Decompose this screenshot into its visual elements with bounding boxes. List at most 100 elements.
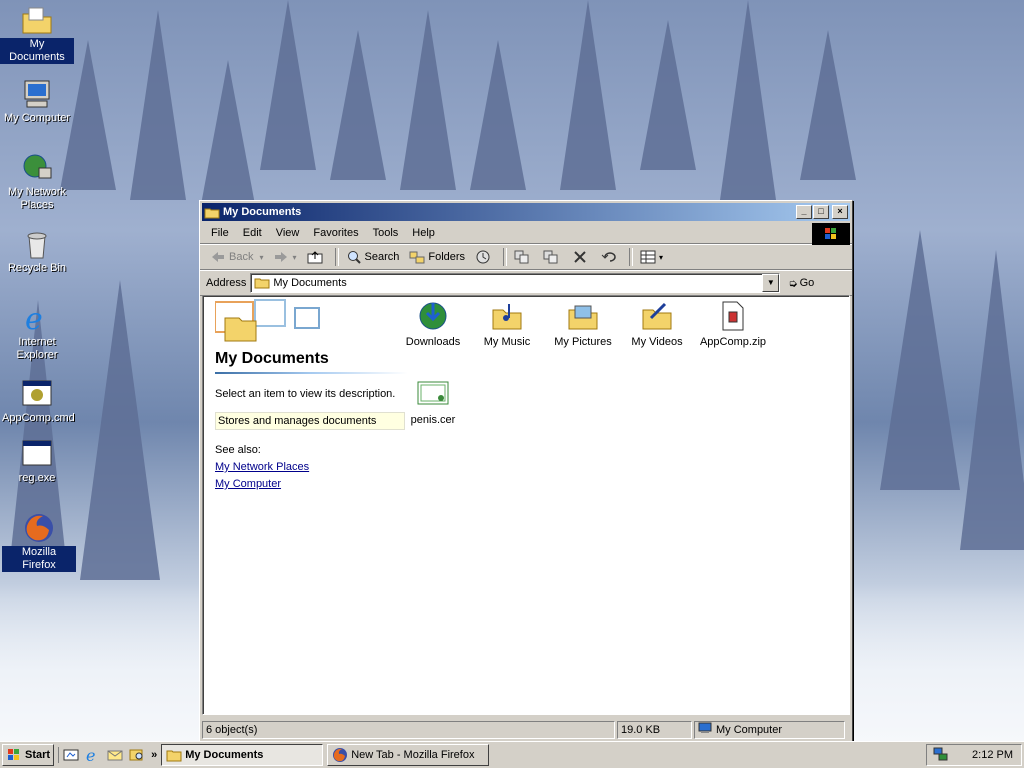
folder-content-pane[interactable]: My Documents Select an item to view its … [202,295,850,715]
address-value: My Documents [273,277,347,289]
outlook-express-icon[interactable] [107,747,123,763]
status-bar: 6 object(s) 19.0 KB My Computer [202,721,848,739]
file-item-penis-cer[interactable]: penis.cer [395,378,471,426]
back-dropdown-icon: ▾ [259,252,264,262]
toolbar-separator [503,248,508,266]
search-icon [346,249,362,265]
task-label: New Tab - Mozilla Firefox [351,749,475,761]
window-titlebar[interactable]: My Documents _ □ × [202,203,850,221]
views-button[interactable]: ▾ [636,247,667,267]
forward-arrow-icon [273,249,289,265]
history-button[interactable] [471,247,498,267]
svg-text:e: e [86,747,95,763]
internet-explorer-icon: e [21,302,53,337]
firefox-icon [23,512,55,544]
downloads-folder-icon [417,300,449,332]
file-name: My Music [483,336,531,348]
move-to-button[interactable] [510,247,537,267]
go-button[interactable]: ➭ Go [788,277,814,290]
forward-dropdown-icon: ▾ [292,252,297,262]
desktop-icon-label: My Computer [3,112,71,124]
minimize-button[interactable]: _ [796,205,812,219]
undo-button[interactable] [597,247,624,267]
toolbar-separator [629,248,634,266]
close-button[interactable]: × [832,205,848,219]
menu-edit[interactable]: Edit [236,225,269,241]
menu-favorites[interactable]: Favorites [306,225,365,241]
back-button[interactable]: Back ▾ [206,247,267,267]
move-to-icon [514,249,530,265]
menu-bar: File Edit View Favorites Tools Help [200,223,852,245]
address-input[interactable]: My Documents ▼ [250,273,781,293]
firefox-icon [332,747,348,763]
file-item-appcomp-zip[interactable]: AppComp.zip [695,300,771,348]
folder-icon [254,277,270,289]
start-label: Start [25,749,51,761]
start-button[interactable]: Start [2,744,55,766]
desktop-icon-internet-explorer[interactable]: e Internet Explorer [0,302,74,362]
desktop-icon-recycle-bin[interactable]: Recycle Bin [0,228,74,275]
computer-icon [21,78,53,110]
clock[interactable]: 2:12 PM [972,749,1013,761]
internet-explorer-icon[interactable]: e [85,746,101,765]
desktop-icon-reg-exe[interactable]: reg.exe [0,438,74,485]
desktop-icon-appcomp-cmd[interactable]: AppComp.cmd [0,378,75,425]
show-desktop-icon[interactable] [63,747,79,763]
views-icon [640,249,656,265]
network-connection-icon[interactable] [933,746,949,765]
see-also-label: See also: [215,444,261,456]
copy-to-button[interactable] [539,247,566,267]
menu-file[interactable]: File [204,225,236,241]
menu-tools[interactable]: Tools [366,225,406,241]
up-folder-button[interactable] [303,247,330,267]
task-label: My Documents [185,749,264,761]
folders-button[interactable]: Folders [405,247,469,267]
explorer-window[interactable]: My Documents _ □ × File Edit View Favori… [199,200,853,742]
status-size: 19.0 KB [617,721,692,739]
desktop-icon-label: Internet Explorer [16,336,58,361]
forward-button[interactable]: ▾ [269,247,300,267]
link-my-computer[interactable]: My Computer [215,478,407,490]
delete-button[interactable] [568,247,595,267]
file-item-my-music[interactable]: My Music [469,300,545,348]
documents-banner-icon [214,299,320,342]
explorer-search-icon[interactable] [129,747,145,763]
file-name: My Videos [631,336,683,348]
window-title: My Documents [223,206,302,218]
menu-view[interactable]: View [269,225,307,241]
history-icon [475,249,491,265]
quick-launch: e » [58,746,157,765]
desktop-icon-label: reg.exe [18,472,56,484]
taskbar: Start e » My Documents New Tab - Mozilla… [0,741,1024,768]
up-folder-icon [307,249,323,265]
copy-to-icon [543,249,559,265]
status-object-count: 6 object(s) [202,721,615,739]
windows-logo-icon [812,223,850,245]
file-item-downloads[interactable]: Downloads [395,300,471,348]
folder-icon [166,747,182,763]
desktop-icon-label: My Documents [0,38,74,64]
task-button-my-documents[interactable]: My Documents [161,744,324,766]
certificate-file-icon [417,378,449,410]
link-my-network-places[interactable]: My Network Places [215,461,407,473]
exe-file-icon [21,438,53,470]
desktop-icon-my-computer[interactable]: My Computer [0,78,74,125]
file-item-my-pictures[interactable]: My Pictures [545,300,621,348]
desktop-icon-label: Recycle Bin [7,262,67,274]
desktop-icon-mozilla-firefox[interactable]: Mozilla Firefox [2,512,76,572]
desktop-icon-label: Mozilla Firefox [2,546,76,572]
folder-banner [214,296,407,346]
standard-toolbar: Back ▾ ▾ Search Folders ▾ [200,244,852,270]
menu-help[interactable]: Help [405,225,442,241]
task-button-firefox[interactable]: New Tab - Mozilla Firefox [327,744,490,766]
desktop-icon-network-places[interactable]: My Network Places [0,152,74,212]
zip-file-icon [717,300,749,332]
search-button[interactable]: Search [342,247,404,267]
file-name: AppComp.zip [699,336,767,348]
address-dropdown-button[interactable]: ▼ [762,274,780,292]
file-item-my-videos[interactable]: My Videos [619,300,695,348]
quick-launch-chevron[interactable]: » [151,749,157,761]
desktop-icon-my-documents[interactable]: My Documents [0,4,74,64]
maximize-button[interactable]: □ [813,205,829,219]
folder-documents-icon [21,4,53,36]
